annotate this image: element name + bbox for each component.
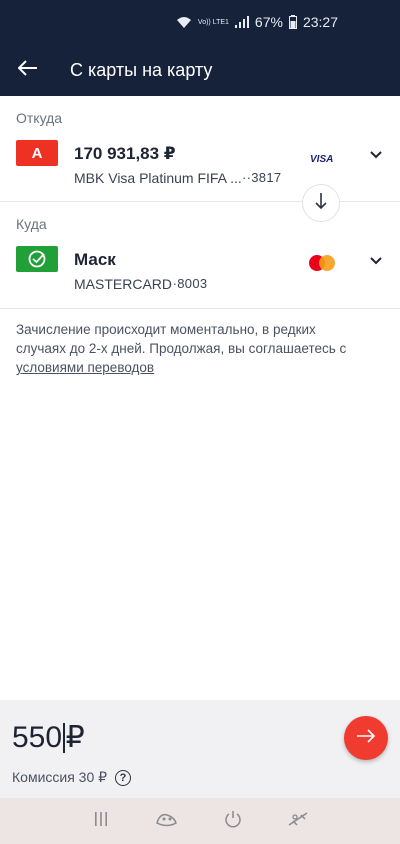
from-card-number: ··3817 bbox=[242, 170, 282, 185]
fee-row: Комиссия 30 ₽ ? bbox=[12, 769, 132, 786]
power-icon bbox=[223, 809, 243, 834]
amount-panel: 550 ₽ Комиссия 30 ₽ ? bbox=[0, 700, 400, 798]
page-title: С карты на карту bbox=[70, 59, 213, 80]
fee-text: Комиссия 30 ₽ bbox=[12, 769, 108, 785]
arrow-down-icon bbox=[315, 192, 327, 215]
transfer-info-text: Зачисление происходит моментально, в ред… bbox=[16, 322, 347, 356]
recent-apps-button[interactable] bbox=[68, 798, 134, 844]
clock: 23:27 bbox=[302, 14, 338, 30]
doodle-back-icon bbox=[287, 809, 311, 834]
submit-transfer-button[interactable] bbox=[344, 716, 388, 760]
recipient-name: Маск bbox=[74, 250, 116, 269]
recent-apps-icon bbox=[93, 811, 109, 832]
battery-icon bbox=[288, 15, 297, 29]
visa-logo: VISA bbox=[310, 150, 336, 168]
swap-cards-button[interactable] bbox=[302, 184, 340, 222]
from-card-name: MBK Visa Platinum FIFA ... bbox=[74, 170, 242, 186]
sberbank-logo bbox=[16, 246, 58, 272]
arrow-left-icon bbox=[17, 59, 38, 81]
doodle-icon bbox=[154, 809, 180, 834]
home-button[interactable] bbox=[200, 798, 266, 844]
from-balance: 170 931,83 ₽ bbox=[74, 144, 176, 163]
arrow-right-icon bbox=[356, 728, 376, 748]
divider bbox=[0, 308, 400, 309]
text-caret bbox=[63, 722, 65, 753]
from-label: Откуда bbox=[16, 110, 63, 126]
amount-input[interactable]: 550 ₽ bbox=[12, 720, 85, 755]
app-bar: С карты на карту bbox=[0, 44, 400, 96]
back-nav-button[interactable] bbox=[266, 798, 332, 844]
to-label: Куда bbox=[16, 216, 47, 232]
to-card-selector[interactable]: Маск MASTERCARD ··8003 bbox=[0, 240, 400, 306]
recipient-card-type: MASTERCARD bbox=[74, 276, 173, 292]
amount-value: 550 bbox=[12, 720, 63, 754]
from-card-selector[interactable]: А 170 931,83 ₽ MBK Visa Platinum FIFA ..… bbox=[0, 134, 400, 200]
transfer-info: Зачисление происходит моментально, в ред… bbox=[16, 320, 356, 377]
signal-icon bbox=[234, 16, 249, 28]
status-bar: Vo)) LTE1 67% 23:27 bbox=[0, 0, 400, 44]
chevron-down-icon[interactable] bbox=[368, 147, 384, 163]
assistant-button[interactable] bbox=[134, 798, 200, 844]
system-nav-bar bbox=[0, 798, 400, 844]
wifi-icon bbox=[176, 16, 192, 29]
mastercard-logo bbox=[308, 254, 336, 277]
chevron-down-icon[interactable] bbox=[368, 253, 384, 269]
transfer-terms-link[interactable]: условиями переводов bbox=[16, 360, 154, 375]
alfa-bank-logo: А bbox=[16, 140, 58, 166]
recipient-card-number: ··8003 bbox=[168, 276, 208, 291]
divider bbox=[0, 201, 400, 202]
svg-text:VISA: VISA bbox=[310, 154, 333, 163]
help-icon[interactable]: ? bbox=[115, 769, 132, 786]
battery-percent: 67% bbox=[254, 14, 283, 30]
currency-sign: ₽ bbox=[65, 721, 85, 754]
volte-indicator: Vo)) LTE1 bbox=[197, 18, 229, 26]
back-button[interactable] bbox=[0, 44, 56, 96]
